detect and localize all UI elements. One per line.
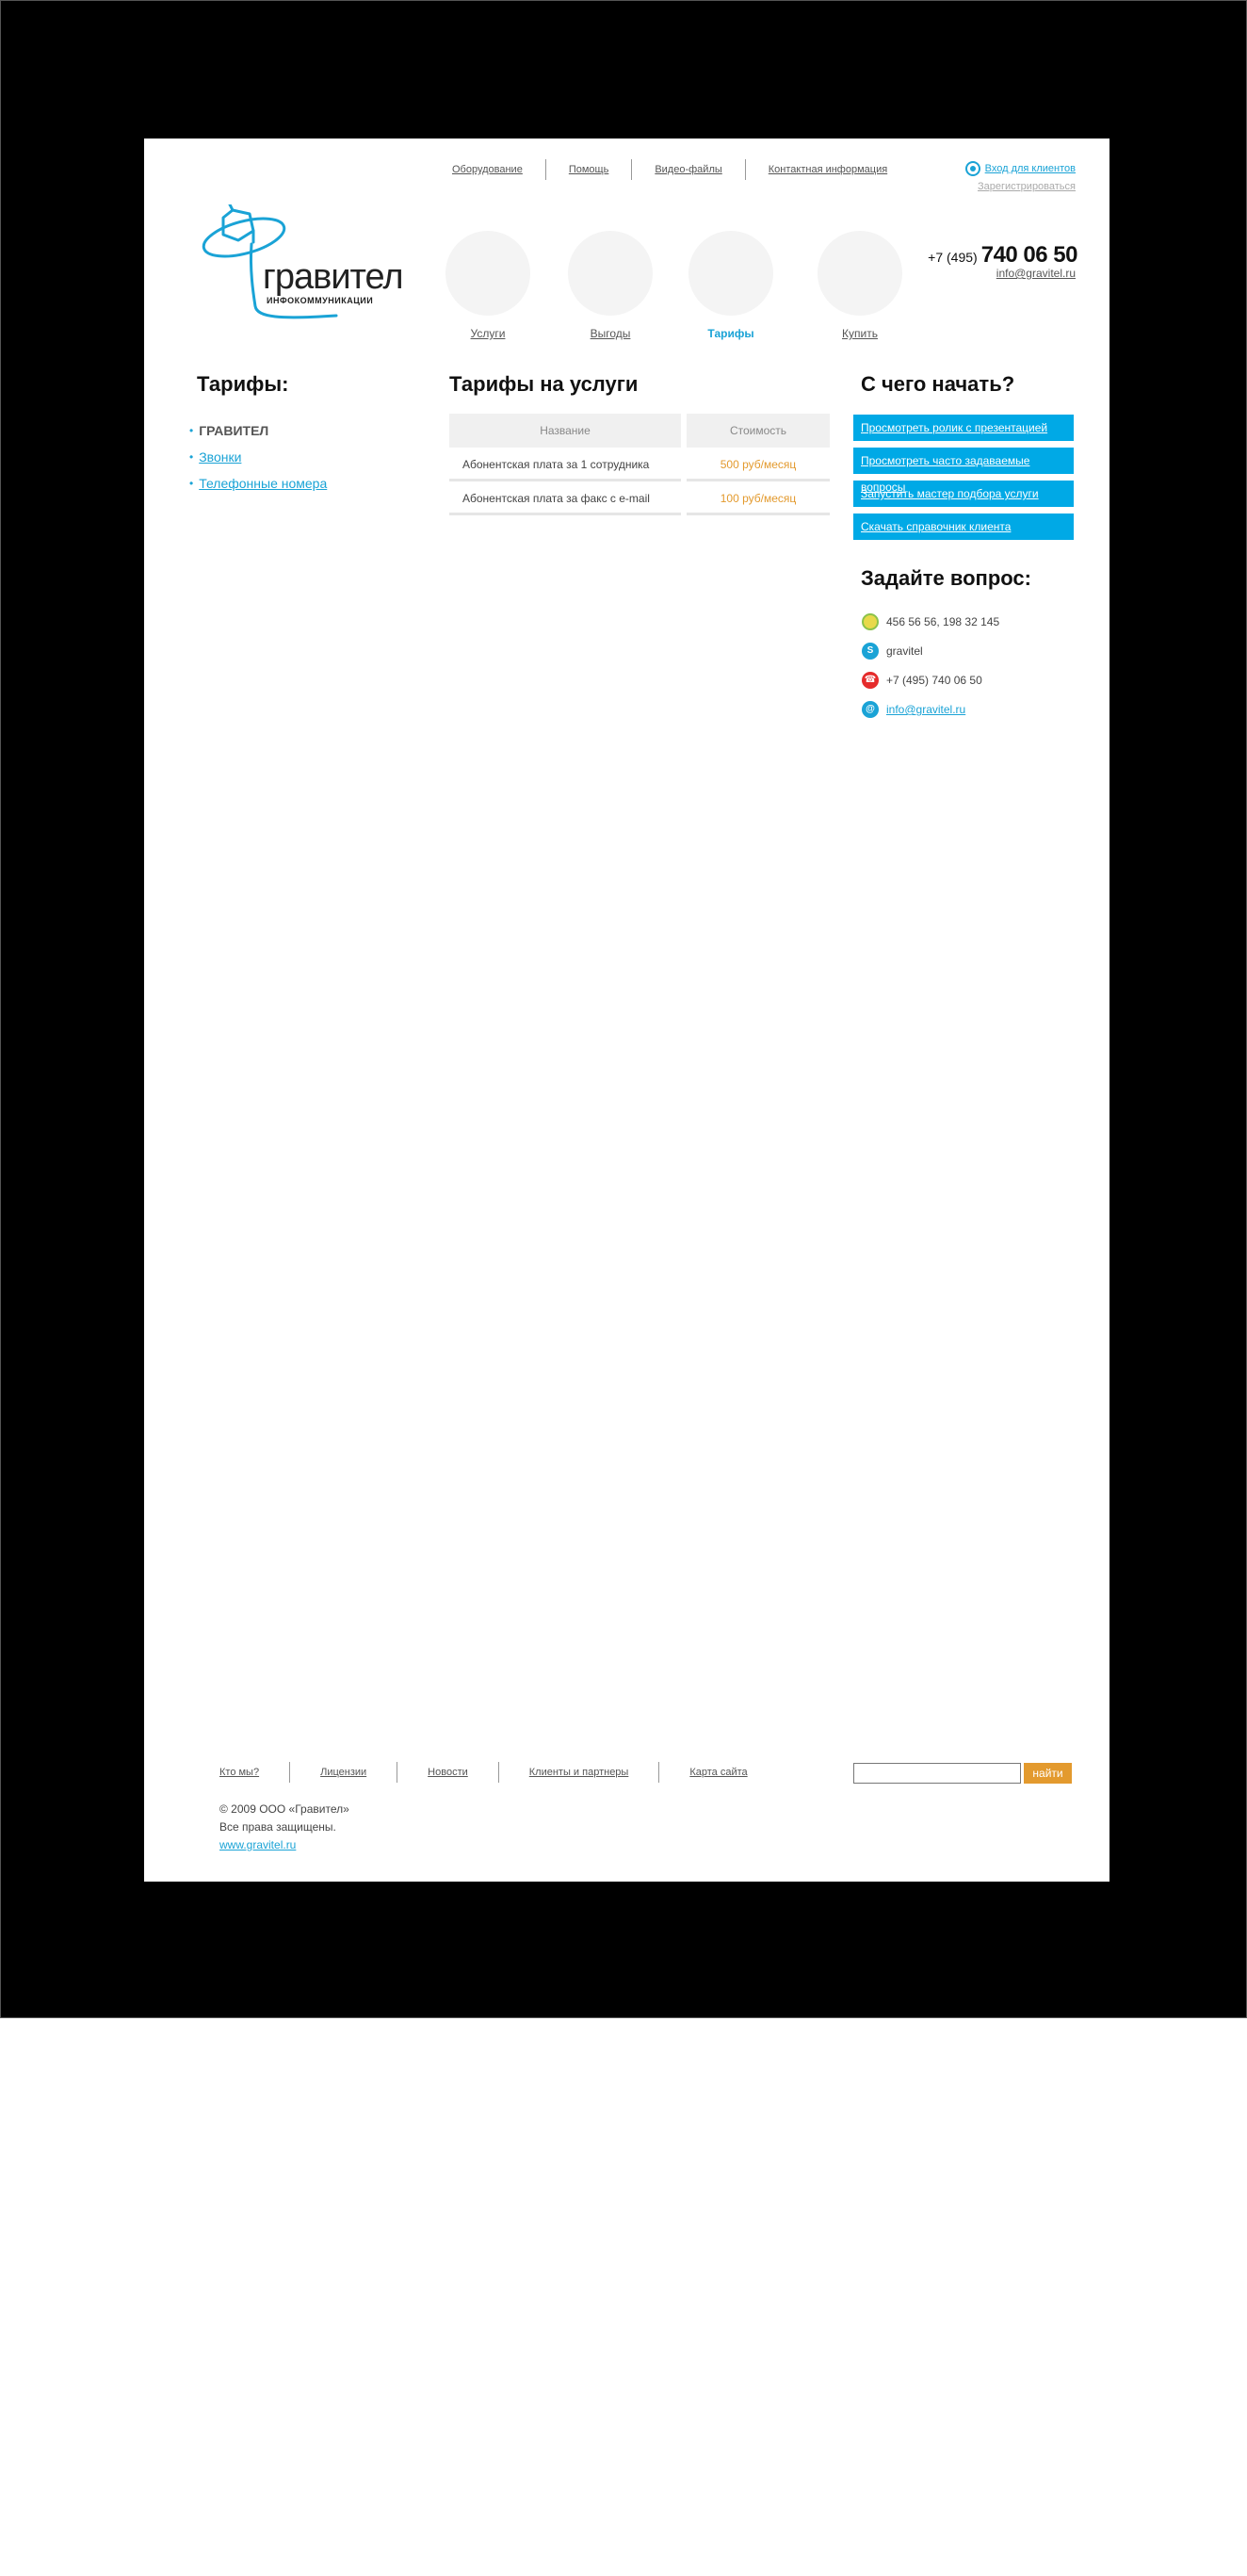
footer-link-sitemap[interactable]: Карта сайта bbox=[658, 1762, 777, 1783]
main-nav-buy[interactable]: Купить bbox=[818, 327, 902, 340]
contact-skype: S gravitel bbox=[862, 643, 999, 660]
page: Оборудование Помощь Видео-файлы Контактн… bbox=[144, 139, 1109, 1882]
tariff-menu-link-numbers[interactable]: Телефонные номера bbox=[199, 476, 327, 491]
table-row: Абонентская плата за факс с e-mail 100 р… bbox=[449, 481, 830, 515]
contact-icq: 456 56 56, 198 32 145 bbox=[862, 613, 999, 630]
contact-phone: ☎ +7 (495) 740 06 50 bbox=[862, 672, 999, 689]
search-input[interactable] bbox=[853, 1763, 1021, 1784]
tariff-table: Название Стоимость Абонентская плата за … bbox=[449, 414, 830, 515]
skype-icon: S bbox=[862, 643, 879, 660]
main-nav-tariffs[interactable]: Тарифы bbox=[688, 327, 773, 340]
client-login[interactable]: Вход для клиентов bbox=[964, 161, 1076, 176]
top-nav-item-contacts[interactable]: Контактная информация bbox=[744, 159, 910, 180]
top-nav-item-help[interactable]: Помощь bbox=[544, 159, 632, 180]
phone-number: 740 06 50 bbox=[980, 242, 1078, 268]
footer-nav: Кто мы? Лицензии Новости Клиенты и партн… bbox=[204, 1762, 778, 1783]
user-icon bbox=[964, 161, 980, 176]
nav-circle-services[interactable] bbox=[445, 231, 530, 316]
download-guide-button[interactable]: Скачать справочник клиента bbox=[853, 514, 1074, 540]
logo-wordmark: гравител bbox=[263, 257, 404, 297]
table-cell-price: 500 руб/месяц bbox=[687, 448, 830, 481]
rights-text: Все права защищены. bbox=[219, 1820, 336, 1834]
icq-value: 456 56 56, 198 32 145 bbox=[886, 615, 1000, 628]
footer-link-news[interactable]: Новости bbox=[397, 1762, 498, 1783]
logo-subtitle: ИНФОКОММУНИКАЦИИ bbox=[267, 296, 374, 305]
start-title: С чего начать? bbox=[861, 372, 1015, 396]
column-header-name: Название bbox=[449, 414, 681, 448]
copyright-text: © 2009 ООО «Гравител» bbox=[219, 1802, 349, 1816]
contact-email-link[interactable]: info@gravitel.ru bbox=[886, 703, 965, 716]
search-button[interactable]: найти bbox=[1024, 1763, 1072, 1784]
footer-site-link[interactable]: www.gravitel.ru bbox=[219, 1838, 296, 1851]
tariff-menu-item[interactable]: • Звонки bbox=[189, 449, 327, 465]
watch-presentation-button[interactable]: Просмотреть ролик с презентацией bbox=[853, 415, 1074, 441]
nav-circle-tariffs[interactable] bbox=[688, 231, 773, 316]
client-login-link[interactable]: Вход для клиентов bbox=[985, 163, 1076, 174]
left-title: Тарифы: bbox=[197, 372, 289, 396]
table-cell-name: Абонентская плата за 1 сотрудника bbox=[449, 448, 681, 481]
icq-icon bbox=[862, 613, 879, 630]
nav-circle-buy[interactable] bbox=[818, 231, 902, 316]
phone-code: +7 (495) bbox=[928, 250, 978, 265]
footer-search: найти bbox=[853, 1763, 1072, 1784]
phone-value: +7 (495) 740 06 50 bbox=[886, 674, 982, 687]
ask-question-title: Задайте вопрос: bbox=[861, 566, 1031, 590]
tariff-menu-item[interactable]: • Телефонные номера bbox=[189, 476, 327, 491]
tariff-menu-item: • ГРАВИТЕЛ bbox=[189, 423, 327, 438]
top-nav-item-video[interactable]: Видео-файлы bbox=[631, 159, 744, 180]
column-header-cost: Стоимость bbox=[687, 414, 830, 448]
top-nav: Оборудование Помощь Видео-файлы Контактн… bbox=[431, 159, 910, 180]
table-cell-name: Абонентская плата за факс с e-mail bbox=[449, 481, 681, 515]
start-actions: Просмотреть ролик с презентацией Просмот… bbox=[853, 415, 1074, 546]
register-link[interactable]: Зарегистрироваться bbox=[978, 181, 1076, 192]
footer-link-licenses[interactable]: Лицензии bbox=[289, 1762, 397, 1783]
main-nav-benefits[interactable]: Выгоды bbox=[568, 327, 653, 340]
contact-email[interactable]: @ info@gravitel.ru bbox=[862, 701, 999, 718]
tariff-menu-link-calls[interactable]: Звонки bbox=[199, 449, 241, 465]
footer-link-clients[interactable]: Клиенты и партнеры bbox=[497, 1762, 659, 1783]
tariff-menu: • ГРАВИТЕЛ • Звонки • Телефонные номера bbox=[189, 423, 327, 502]
faq-button[interactable]: Просмотреть часто задаваемые вопросы bbox=[853, 448, 1074, 494]
page-title: Тарифы на услуги bbox=[449, 372, 639, 396]
outer-frame: Оборудование Помощь Видео-файлы Контактн… bbox=[0, 0, 1247, 2018]
nav-circle-benefits[interactable] bbox=[568, 231, 653, 316]
bullet-icon: • bbox=[189, 477, 194, 490]
header-email-link[interactable]: info@gravitel.ru bbox=[996, 267, 1076, 280]
header-phone: +7 (495) 740 06 50 bbox=[928, 242, 1077, 269]
phone-icon: ☎ bbox=[862, 672, 879, 689]
mail-icon: @ bbox=[862, 701, 879, 718]
main-nav-services[interactable]: Услуги bbox=[445, 327, 530, 340]
contact-list: 456 56 56, 198 32 145 S gravitel ☎ +7 (4… bbox=[862, 613, 999, 730]
logo[interactable]: гравител ИНФОКОММУНИКАЦИИ bbox=[195, 201, 412, 327]
bullet-icon: • bbox=[189, 450, 194, 464]
table-row: Абонентская плата за 1 сотрудника 500 ру… bbox=[449, 448, 830, 481]
table-cell-price: 100 руб/месяц bbox=[687, 481, 830, 515]
service-wizard-button[interactable]: Запустить мастер подбора услуги bbox=[853, 481, 1074, 507]
copyright-block: © 2009 ООО «Гравител» Все права защищены… bbox=[219, 1801, 349, 1854]
skype-value: gravitel bbox=[886, 644, 923, 658]
tariff-menu-item-label: ГРАВИТЕЛ bbox=[199, 423, 269, 438]
bullet-icon: • bbox=[189, 424, 194, 437]
footer-link-about[interactable]: Кто мы? bbox=[204, 1762, 289, 1783]
table-header: Название Стоимость bbox=[449, 414, 830, 448]
top-nav-item-equipment[interactable]: Оборудование bbox=[431, 159, 545, 180]
